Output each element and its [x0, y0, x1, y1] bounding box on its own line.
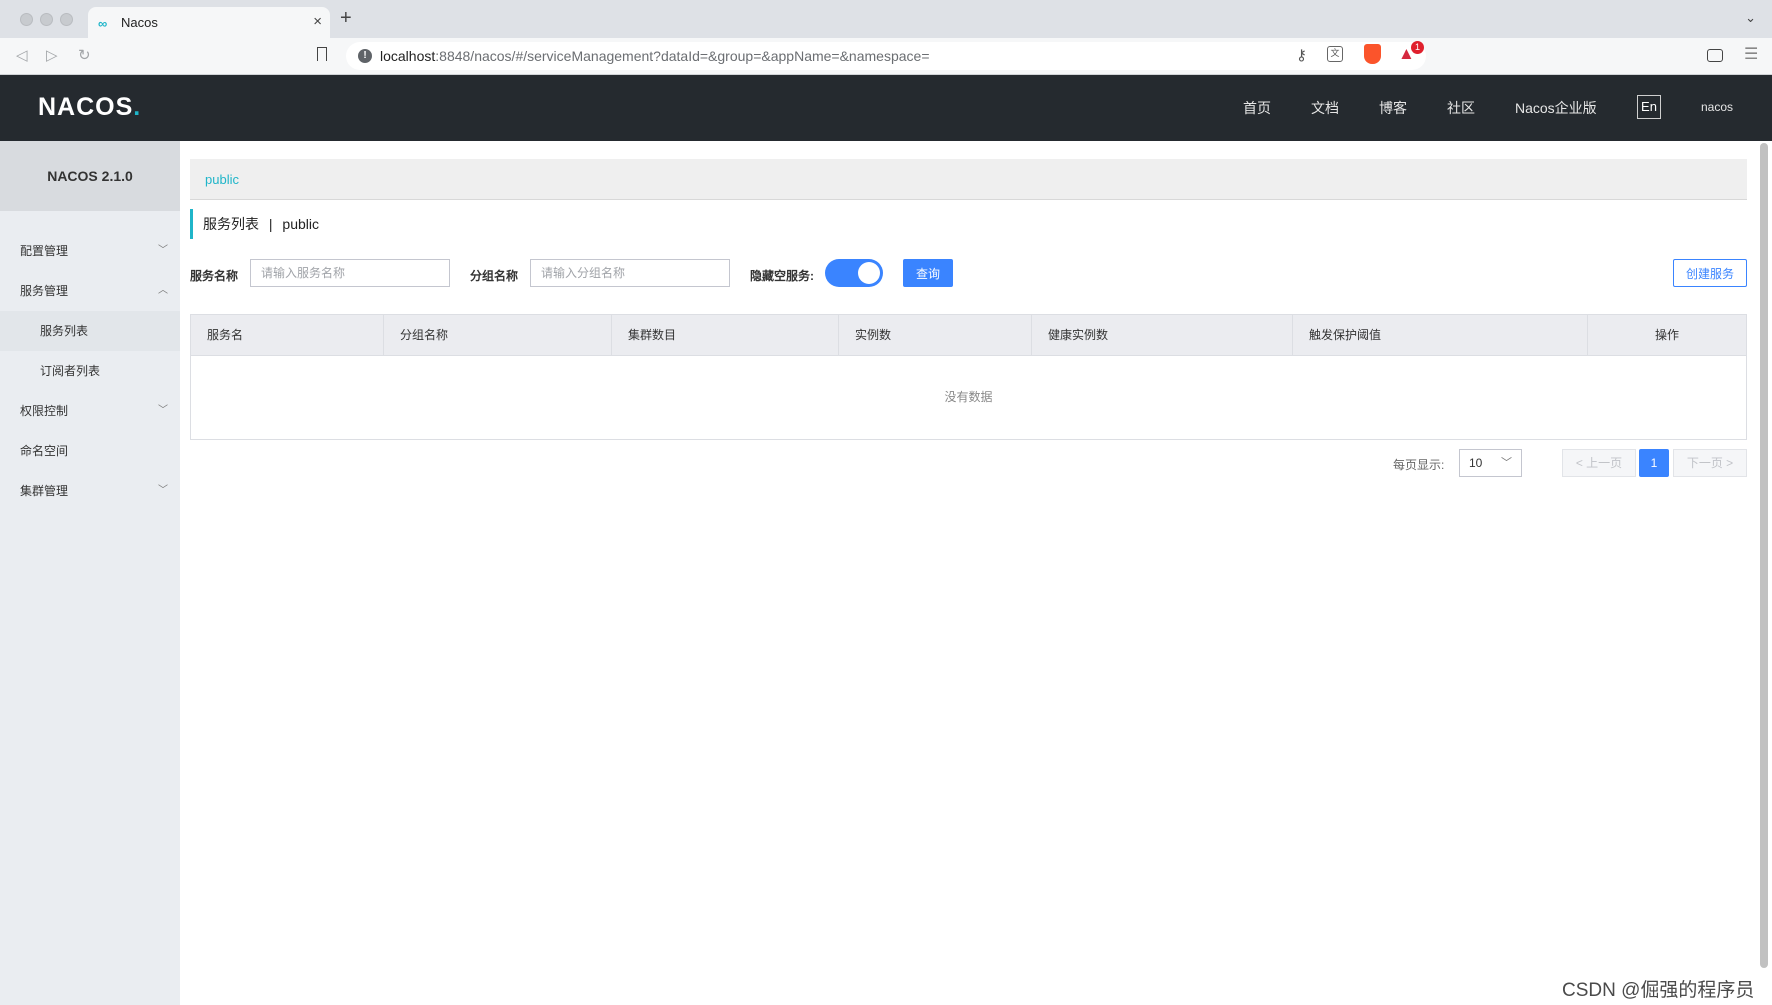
browser-menu-icon[interactable]: ☰	[1744, 44, 1758, 64]
sidebar-item-label: 订阅者列表	[40, 364, 101, 378]
sidebar-item-label: 命名空间	[20, 444, 69, 458]
column-header-cluster-count[interactable]: 集群数目	[612, 315, 839, 356]
hide-empty-toggle[interactable]	[825, 259, 883, 287]
namespace-public-link[interactable]: public	[205, 172, 239, 187]
chevron-down-icon[interactable]: ⌄	[1745, 10, 1756, 26]
per-page-value: 10	[1469, 456, 1483, 470]
csdn-watermark: CSDN @倔强的程序员	[1562, 980, 1755, 1001]
rewards-badge: 1	[1411, 41, 1424, 54]
nacos-logo[interactable]: NACOS.	[38, 93, 141, 122]
sidebar-item-label: 服务列表	[40, 324, 89, 338]
sidebar-item-access-control[interactable]: 权限控制 ﹀	[0, 391, 180, 431]
sidebar-item-subscriber-list[interactable]: 订阅者列表	[0, 351, 180, 391]
forward-icon[interactable]: ▷	[46, 46, 58, 64]
bookmark-icon[interactable]	[317, 47, 327, 61]
per-page-select[interactable]: 10 ﹀	[1459, 449, 1522, 477]
column-header-instance-count[interactable]: 实例数	[839, 315, 1032, 356]
nav-community[interactable]: 社区	[1447, 98, 1475, 118]
current-page-button[interactable]: 1	[1639, 449, 1669, 477]
column-header-operation: 操作	[1654, 328, 1679, 342]
create-service-button[interactable]: 创建服务	[1673, 259, 1747, 287]
hide-empty-label: 隐藏空服务:	[750, 269, 814, 283]
new-tab-icon[interactable]: +	[340, 8, 352, 28]
chevron-down-icon: ﹀	[1501, 457, 1512, 469]
sidebar-item-service-management[interactable]: 服务管理 ︿	[0, 271, 180, 311]
language-switch-button[interactable]: En	[1637, 95, 1661, 119]
browser-tab[interactable]: ∞ Nacos ×	[88, 7, 330, 38]
toggle-knob	[858, 262, 880, 284]
prev-page-button[interactable]: < 上一页	[1562, 449, 1636, 477]
chevron-up-icon: ︿	[158, 285, 168, 296]
service-name-label: 服务名称	[190, 269, 239, 283]
sidebar-title: NACOS 2.1.0	[0, 141, 180, 211]
column-header-group-name[interactable]: 分组名称	[384, 315, 612, 356]
sidebar-item-namespace[interactable]: 命名空间	[0, 431, 180, 471]
page-title: 服务列表 | public	[190, 209, 319, 239]
tab-title: Nacos	[121, 15, 158, 30]
sidebar-item-label: 配置管理	[20, 244, 69, 258]
nav-docs[interactable]: 文档	[1311, 98, 1339, 118]
app-header: NACOS. 首页 文档 博客 社区 Nacos企业版 En nacos	[0, 75, 1772, 141]
group-name-label: 分组名称	[470, 269, 519, 283]
sidebar-item-service-list[interactable]: 服务列表	[0, 311, 180, 351]
back-icon[interactable]: ◁	[16, 46, 28, 64]
close-window-icon[interactable]	[20, 13, 33, 26]
query-button[interactable]: 查询	[903, 259, 953, 287]
url-host: localhost	[380, 48, 436, 64]
logo-text: NACOS	[38, 93, 134, 121]
nav-home[interactable]: 首页	[1243, 98, 1271, 118]
minimize-window-icon[interactable]	[40, 13, 53, 26]
browser-tabstrip: ∞ Nacos × + ⌄	[0, 0, 1772, 38]
nav-blog[interactable]: 博客	[1379, 98, 1407, 118]
translate-icon[interactable]: 文	[1327, 46, 1343, 62]
url-path: :8848/nacos/#/serviceManagement?dataId=&…	[435, 48, 930, 64]
sidebar-item-label: 集群管理	[20, 484, 69, 498]
column-header-healthy-instance-count[interactable]: 健康实例数	[1032, 315, 1293, 356]
sidebar-item-config-management[interactable]: 配置管理 ﹀	[0, 231, 180, 271]
address-bar[interactable]: ! localhost:8848/nacos/#/serviceManageme…	[346, 42, 1426, 70]
sidebar-item-label: 服务管理	[20, 284, 69, 298]
page-scrollbar[interactable]	[1760, 143, 1768, 968]
wallet-icon[interactable]	[1707, 49, 1723, 62]
browser-toolbar: ◁ ▷ ↻ ! localhost:8848/nacos/#/serviceMa…	[0, 38, 1772, 75]
service-table: 服务名 分组名称 集群数目 实例数 健康实例数 触发保护阈值 操作 没有数据	[190, 314, 1747, 440]
nacos-favicon-icon: ∞	[98, 16, 107, 31]
nav-enterprise[interactable]: Nacos企业版	[1515, 98, 1597, 118]
table-header: 服务名 分组名称 集群数目 实例数 健康实例数 触发保护阈值 操作	[191, 315, 1746, 356]
main-content: public 服务列表 | public 服务名称 分组名称 隐藏空服务: 查询…	[180, 141, 1772, 1005]
key-icon[interactable]: ⚷	[1296, 46, 1307, 64]
sidebar-item-cluster-management[interactable]: 集群管理 ﹀	[0, 471, 180, 511]
sidebar-item-label: 权限控制	[20, 404, 69, 418]
chevron-down-icon: ﹀	[158, 485, 168, 496]
url-text[interactable]: localhost:8848/nacos/#/serviceManagement…	[380, 48, 930, 64]
site-info-icon[interactable]: !	[358, 49, 372, 63]
maximize-window-icon[interactable]	[60, 13, 73, 26]
chevron-down-icon: ﹀	[158, 405, 168, 416]
page-title-namespace: public	[282, 216, 320, 232]
per-page-label: 每页显示:	[1393, 458, 1445, 472]
namespace-bar: public	[190, 159, 1747, 200]
reload-icon[interactable]: ↻	[78, 46, 91, 64]
service-name-input[interactable]	[250, 259, 450, 287]
title-separator: |	[268, 216, 273, 232]
table-empty-text: 没有数据	[944, 390, 993, 404]
sidebar: NACOS 2.1.0 配置管理 ﹀ 服务管理 ︿ 服务列表 订阅者列表 权限控…	[0, 141, 180, 1005]
next-page-button[interactable]: 下一页 >	[1673, 449, 1747, 477]
column-header-service-name[interactable]: 服务名	[191, 315, 384, 356]
brave-shield-icon[interactable]	[1364, 44, 1381, 64]
user-name[interactable]: nacos	[1701, 100, 1733, 114]
page-title-text: 服务列表	[203, 216, 259, 232]
tab-close-icon[interactable]: ×	[313, 13, 322, 30]
chevron-down-icon: ﹀	[158, 245, 168, 256]
group-name-input[interactable]	[530, 259, 730, 287]
column-header-protect-threshold[interactable]: 触发保护阈值	[1293, 315, 1588, 356]
logo-dot: .	[133, 93, 142, 121]
